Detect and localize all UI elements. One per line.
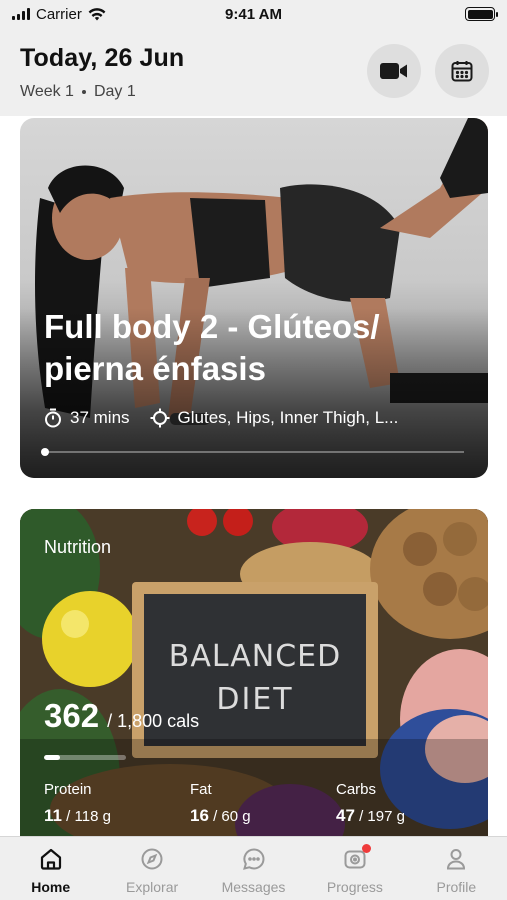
calories-progress-bar: [44, 755, 126, 760]
svg-text:BALANCED: BALANCED: [169, 639, 341, 674]
macro-total: / 60 g: [213, 808, 251, 825]
macro-value-row: 11 / 118 g: [44, 806, 111, 826]
header: Today, 26 Jun Week 1 Day 1: [0, 28, 507, 116]
workout-card[interactable]: Full body 2 - Glúteos/ pierna énfasis 37…: [20, 118, 488, 478]
day-label: Day 1: [93, 83, 136, 100]
week-day-subtitle: Week 1 Day 1: [20, 83, 487, 101]
compass-icon: [138, 845, 166, 873]
tab-label: Home: [31, 879, 71, 895]
workout-meta: 37 mins Glutes, Hips, Inner Thigh, L...: [44, 408, 398, 428]
tab-messages[interactable]: Messages: [203, 837, 304, 900]
target-crosshair-icon: [150, 408, 170, 428]
macro-value-row: 16 / 60 g: [190, 806, 251, 826]
calendar-button[interactable]: [435, 44, 489, 98]
duration-item: 37 mins: [44, 408, 130, 428]
calories-row: 362 / 1,800 cals: [44, 697, 199, 735]
wifi-icon: [88, 7, 106, 21]
workout-title: Full body 2 - Glúteos/ pierna énfasis: [44, 308, 380, 387]
targets-label: Glutes, Hips, Inner Thigh, L...: [177, 408, 399, 427]
status-time: 9:41 AM: [225, 5, 282, 23]
home-icon: [37, 845, 65, 873]
chat-icon: [240, 845, 268, 873]
status-left: Carrier: [12, 6, 106, 23]
macro-value-row: 47 / 197 g: [336, 806, 405, 826]
nutrition-card[interactable]: BALANCED DIET Nutrition 362 / 1,800 cals…: [20, 509, 488, 836]
macro-total: / 197 g: [359, 808, 405, 825]
user-icon: [442, 845, 470, 873]
progress-handle: [41, 448, 49, 456]
workout-progress-bar: [41, 448, 464, 456]
signal-icon: [12, 8, 30, 20]
carrier-label: Carrier: [36, 5, 82, 23]
tab-label: Explorar: [126, 879, 179, 895]
macro-label: Fat: [190, 781, 212, 798]
macro-value: 11: [44, 806, 62, 825]
targets-item: Glutes, Hips, Inner Thigh, L...: [150, 408, 399, 428]
macro-carbs: Carbs 47 / 197 g: [336, 781, 405, 826]
video-camera-icon: [380, 63, 407, 79]
tab-label: Messages: [221, 879, 286, 895]
week-label: Week 1: [20, 83, 74, 100]
macro-total: / 118 g: [66, 808, 111, 825]
separator-dot: [81, 90, 86, 94]
macro-value: 47: [336, 806, 355, 825]
tab-profile[interactable]: Profile: [406, 837, 507, 900]
macro-label: Carbs: [336, 781, 377, 798]
tab-label: Progress: [326, 879, 383, 895]
calories-total: / 1,800 cals: [107, 711, 200, 731]
bottom-tab-bar: Home Explorar Messages Progress Profile: [0, 836, 507, 900]
macro-label: Protein: [44, 781, 92, 798]
duration-label: 37 mins: [70, 408, 130, 427]
svg-text:DIET: DIET: [216, 682, 293, 717]
calories-progress-fill: [44, 755, 61, 760]
battery-icon: [465, 7, 498, 21]
tab-explorar[interactable]: Explorar: [101, 837, 202, 900]
tab-progress[interactable]: Progress: [304, 837, 405, 900]
status-bar: Carrier 9:41 AM: [0, 0, 507, 28]
camera-icon: [341, 844, 371, 873]
notification-badge: [361, 844, 371, 853]
macro-protein: Protein 11 / 118 g: [44, 781, 111, 826]
nutrition-label: Nutrition: [44, 537, 112, 557]
macro-fat: Fat 16 / 60 g: [190, 781, 251, 826]
macro-value: 16: [190, 806, 209, 825]
tab-home[interactable]: Home: [0, 837, 101, 900]
tab-label: Profile: [436, 879, 477, 895]
video-button[interactable]: [367, 44, 421, 98]
calories-value: 362: [44, 697, 100, 734]
home-feed[interactable]: Full body 2 - Glúteos/ pierna énfasis 37…: [0, 116, 507, 836]
calendar-icon: [451, 61, 473, 82]
timer-icon: [45, 408, 61, 428]
